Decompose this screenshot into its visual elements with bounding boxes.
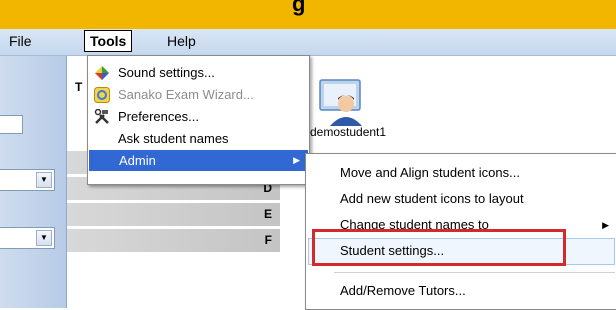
menu-file[interactable]: File — [4, 31, 37, 51]
annotation-highlight-box — [312, 229, 566, 266]
seat-row[interactable]: F — [67, 228, 280, 252]
student-computer-icon[interactable] — [316, 78, 376, 128]
menu-item-admin[interactable]: Admin ▶ — [89, 150, 308, 171]
tools-icon — [94, 109, 109, 124]
left-panel-field[interactable] — [0, 115, 23, 134]
submenu-arrow-icon: ▶ — [602, 220, 609, 230]
left-panel-dropdown-1[interactable]: ▼ — [0, 169, 55, 191]
student-name-label[interactable]: demostudent1 — [310, 125, 386, 139]
workspace-label: T — [75, 80, 83, 94]
title-bar: g — [0, 0, 616, 29]
left-panel-dropdown-2[interactable]: ▼ — [0, 227, 55, 249]
menu-tools[interactable]: Tools — [84, 30, 133, 52]
window-title: g — [292, 0, 306, 16]
tools-menu: Sound settings... Sanako Exam Wizard... … — [87, 55, 310, 185]
menu-separator — [334, 272, 615, 273]
menu-item-preferences[interactable]: Preferences... — [88, 106, 309, 127]
menu-item-sound-settings[interactable]: Sound settings... — [88, 62, 309, 83]
submenu-arrow-icon: ▶ — [293, 155, 300, 165]
chevron-down-icon[interactable]: ▼ — [36, 230, 52, 246]
menu-help[interactable]: Help — [162, 31, 201, 51]
menu-item-exam-wizard[interactable]: Sanako Exam Wizard... — [88, 84, 309, 105]
chevron-down-icon[interactable]: ▼ — [36, 172, 52, 188]
menu-item-move-align-icons[interactable]: Move and Align student icons... — [306, 160, 616, 186]
speaker-icon — [95, 66, 109, 80]
left-panel: ▼ ▼ — [0, 56, 67, 308]
menu-bar: File Tools Help — [0, 29, 616, 56]
seat-row[interactable]: E — [67, 202, 280, 226]
exam-wizard-icon — [94, 87, 110, 103]
menu-item-ask-student-names[interactable]: Ask student names — [88, 128, 309, 149]
menu-item-add-student-icons[interactable]: Add new student icons to layout — [306, 186, 616, 212]
menu-item-add-remove-tutors[interactable]: Add/Remove Tutors... — [306, 278, 616, 304]
